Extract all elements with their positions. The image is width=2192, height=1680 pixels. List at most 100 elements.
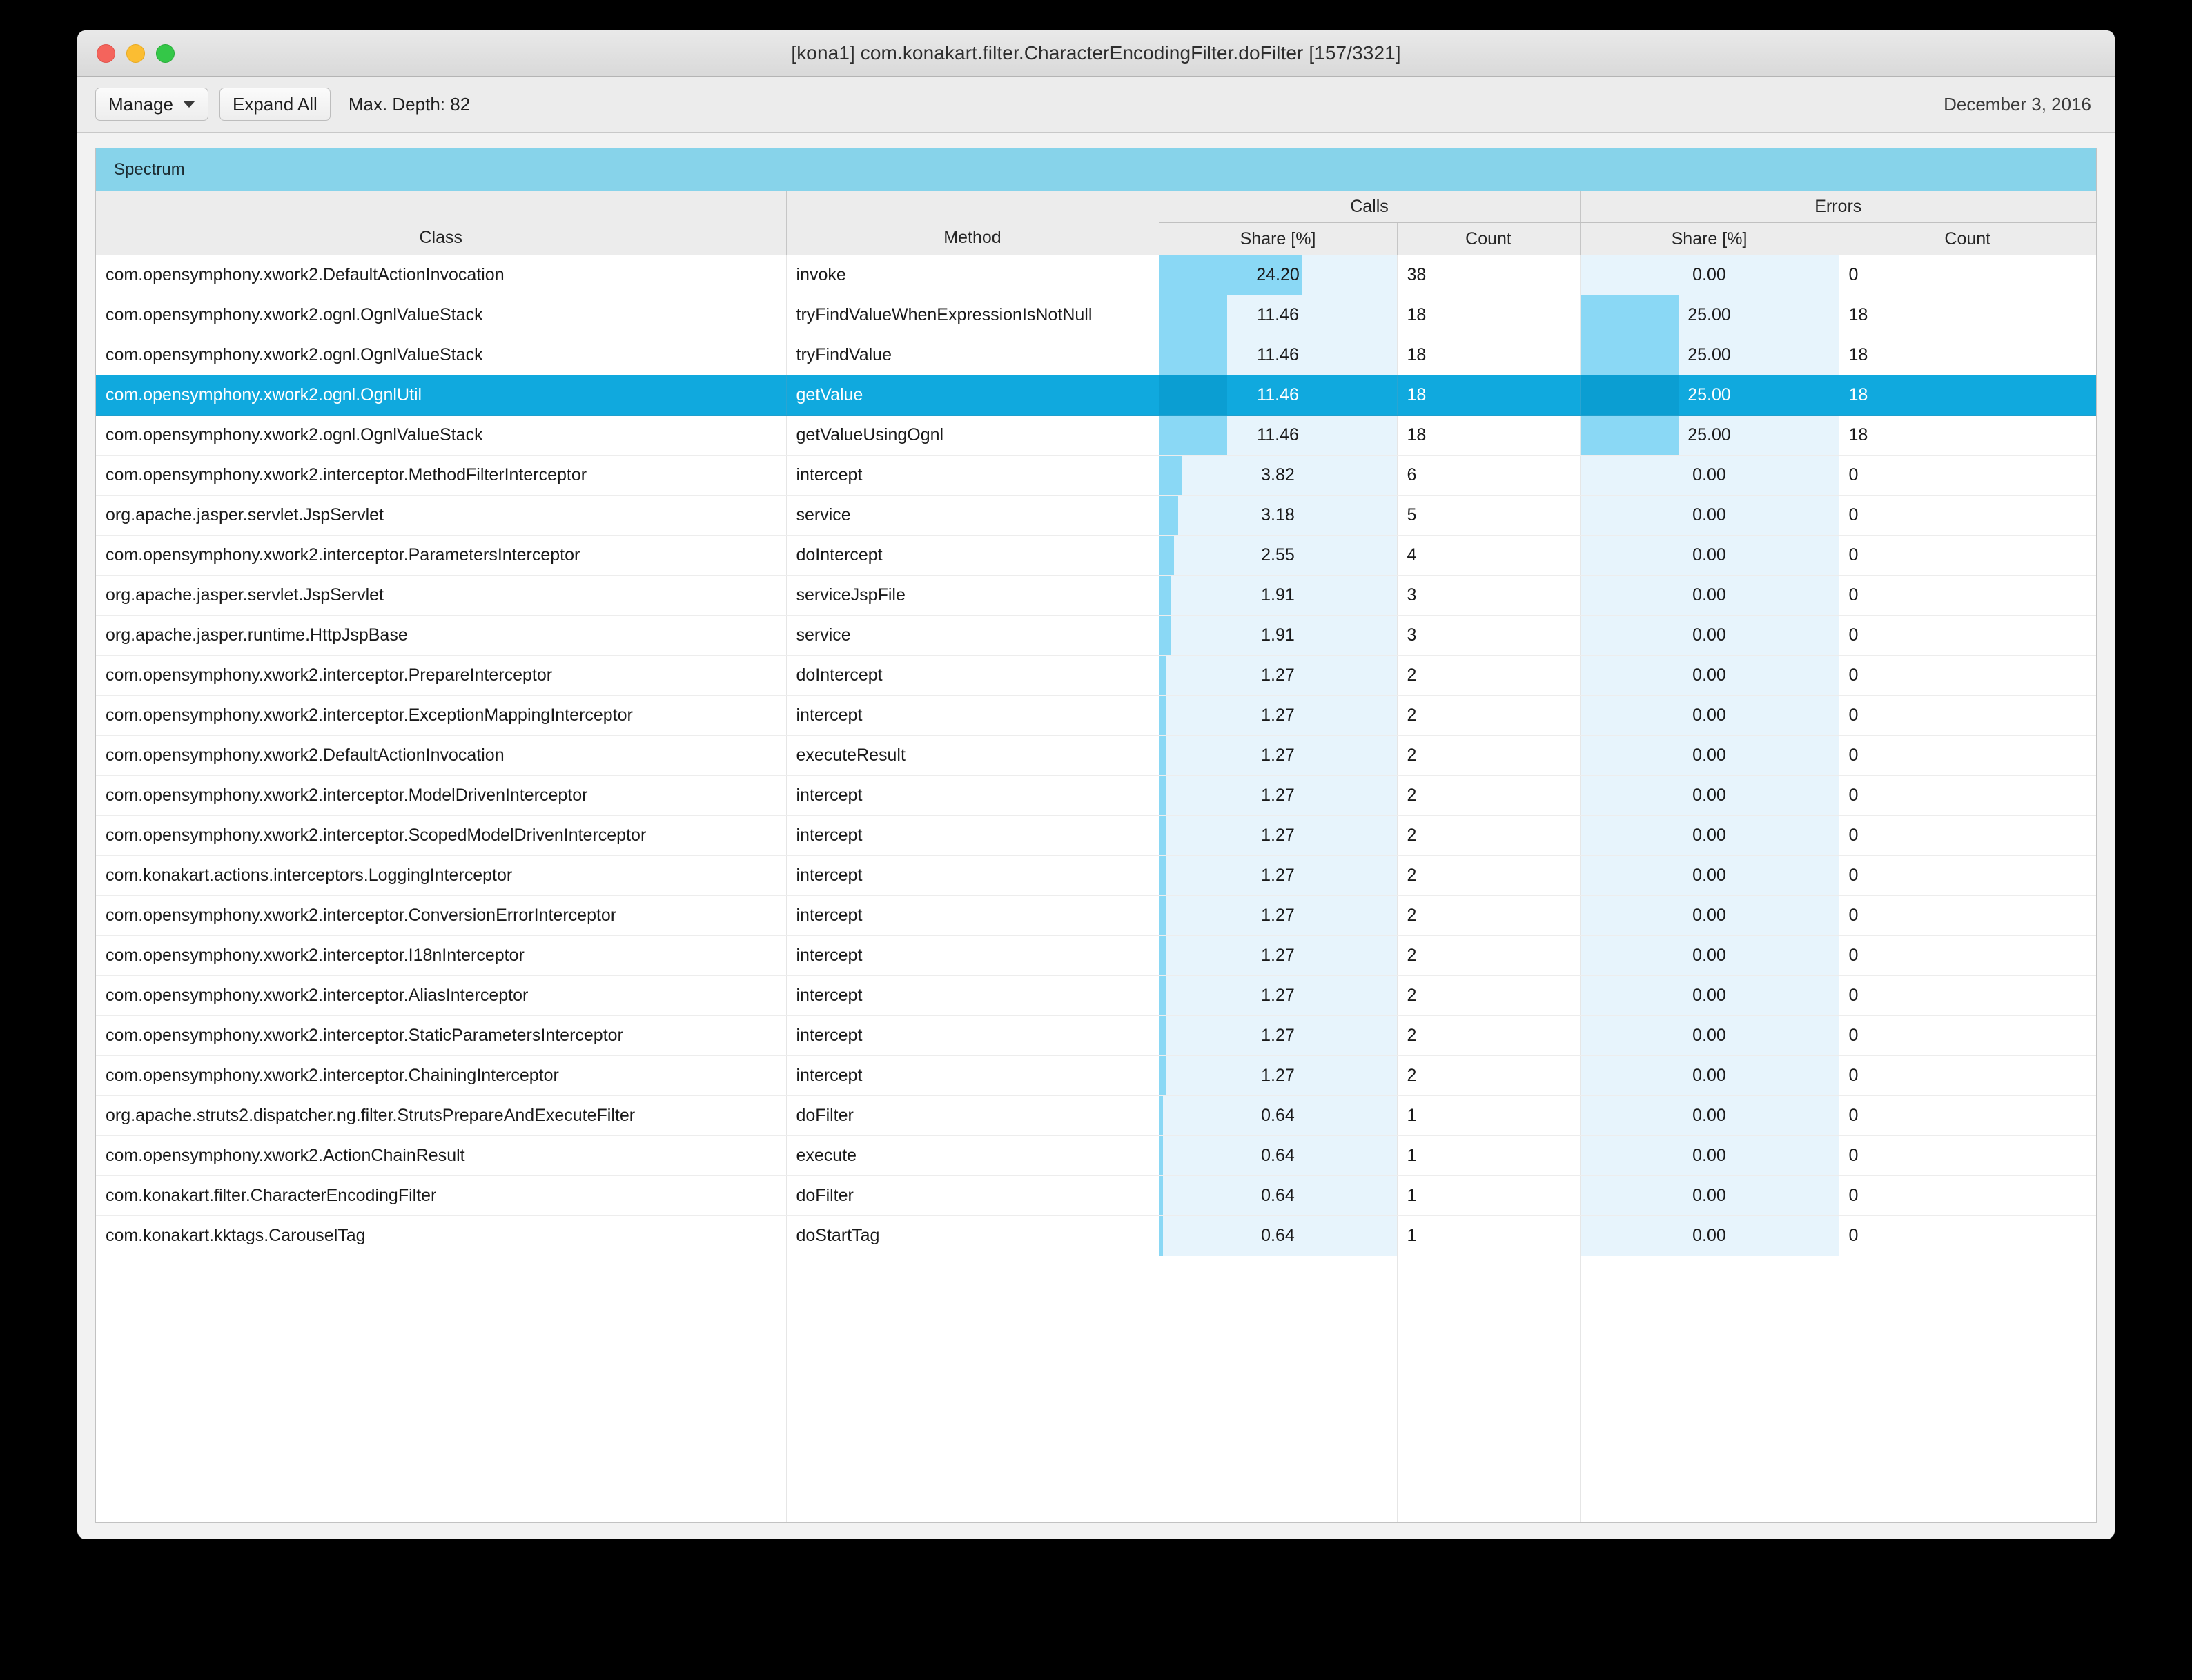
table-row[interactable]: com.opensymphony.xwork2.ognl.OgnlValueSt… xyxy=(96,335,2096,375)
call-share-value: 1.27 xyxy=(1261,1066,1295,1085)
cell-call-share: 1.27 xyxy=(1159,975,1398,1016)
table-row[interactable]: org.apache.jasper.runtime.HttpJspBase ser… xyxy=(96,615,2096,656)
column-header-share[interactable]: Share [%] xyxy=(1159,222,1398,255)
call-share-value: 1.27 xyxy=(1261,1026,1295,1045)
call-share-bar xyxy=(1159,936,1167,975)
table-row[interactable]: com.opensymphony.xwork2.interceptor.Conv… xyxy=(96,895,2096,936)
cell-call-count: 38 xyxy=(1397,255,1581,295)
cell-error-share: 25.00 xyxy=(1580,415,1839,456)
table-row[interactable]: com.opensymphony.xwork2.interceptor.Exce… xyxy=(96,695,2096,736)
cell-call-share: 3.18 xyxy=(1159,495,1398,536)
zoom-button-icon[interactable] xyxy=(156,43,175,63)
cell-empty xyxy=(1580,1456,1839,1496)
cell-call-share: 1.27 xyxy=(1159,1015,1398,1056)
table-row[interactable]: org.apache.jasper.servlet.JspServlet serv… xyxy=(96,495,2096,536)
table-row[interactable]: com.opensymphony.xwork2.interceptor.I18n… xyxy=(96,935,2096,976)
column-header-count[interactable]: Count xyxy=(1839,222,2096,255)
table-row[interactable]: com.opensymphony.xwork2.ognl.OgnlValueSt… xyxy=(96,415,2096,456)
cell-class: com.opensymphony.xwork2.interceptor.Alia… xyxy=(96,975,787,1016)
cell-method: executeResult xyxy=(786,735,1159,776)
cell-error-share: 0.00 xyxy=(1580,535,1839,576)
cell-call-count: 2 xyxy=(1397,1055,1581,1096)
table-row[interactable]: com.opensymphony.xwork2.interceptor.Alia… xyxy=(96,975,2096,1016)
table-row[interactable]: com.opensymphony.xwork2.interceptor.Chai… xyxy=(96,1055,2096,1096)
cell-empty xyxy=(1397,1496,1581,1522)
cell-call-count: 2 xyxy=(1397,935,1581,976)
cell-class: com.opensymphony.xwork2.ognl.OgnlValueSt… xyxy=(96,335,787,375)
table-row[interactable]: org.apache.struts2.dispatcher.ng.filter.… xyxy=(96,1095,2096,1136)
table-row[interactable]: com.opensymphony.xwork2.interceptor.Stat… xyxy=(96,1015,2096,1056)
column-header-share[interactable]: Share [%] xyxy=(1580,222,1839,255)
table-row[interactable]: com.opensymphony.xwork2.interceptor.Scop… xyxy=(96,815,2096,856)
error-share-value: 0.00 xyxy=(1692,1026,1726,1045)
cell-class: com.opensymphony.xwork2.interceptor.Chai… xyxy=(96,1055,787,1096)
error-share-value: 0.00 xyxy=(1692,585,1726,605)
table-row[interactable]: com.opensymphony.xwork2.interceptor.Para… xyxy=(96,535,2096,576)
table-row[interactable]: com.opensymphony.xwork2.ognl.OgnlValueSt… xyxy=(96,295,2096,335)
cell-error-count: 18 xyxy=(1839,295,2096,335)
table-row[interactable]: com.opensymphony.xwork2.DefaultActionInv… xyxy=(96,255,2096,295)
table-row[interactable]: com.opensymphony.xwork2.interceptor.Prep… xyxy=(96,655,2096,696)
call-share-bar xyxy=(1159,496,1178,535)
cell-method: service xyxy=(786,615,1159,656)
call-share-bar xyxy=(1159,856,1167,895)
cell-error-count: 0 xyxy=(1839,895,2096,936)
call-share-bar xyxy=(1159,816,1167,855)
table-row[interactable]: org.apache.jasper.servlet.JspServlet serv… xyxy=(96,575,2096,616)
cell-error-count: 0 xyxy=(1839,695,2096,736)
cell-error-share: 0.00 xyxy=(1580,1135,1839,1176)
cell-empty xyxy=(1159,1256,1398,1296)
table-row[interactable]: com.opensymphony.xwork2.ActionChainResul… xyxy=(96,1135,2096,1176)
cell-method: intercept xyxy=(786,935,1159,976)
call-share-value: 11.46 xyxy=(1257,385,1299,404)
call-share-value: 3.82 xyxy=(1261,465,1295,485)
cell-empty xyxy=(786,1256,1159,1296)
table-row[interactable]: com.konakart.actions.interceptors.Loggin… xyxy=(96,855,2096,896)
cell-error-count: 0 xyxy=(1839,735,2096,776)
cell-call-share: 1.27 xyxy=(1159,935,1398,976)
cell-empty xyxy=(1839,1496,2096,1522)
cell-method: intercept xyxy=(786,895,1159,936)
column-header-count[interactable]: Count xyxy=(1397,222,1581,255)
table-row[interactable]: com.opensymphony.xwork2.DefaultActionInv… xyxy=(96,735,2096,776)
cell-call-share: 2.55 xyxy=(1159,535,1398,576)
cell-call-share: 1.27 xyxy=(1159,735,1398,776)
manage-button[interactable]: Manage xyxy=(95,88,208,121)
cell-error-count: 0 xyxy=(1839,455,2096,496)
cell-call-share: 1.27 xyxy=(1159,655,1398,696)
toolbar: Manage Expand All Max. Depth: 82 Decembe… xyxy=(77,77,2115,133)
cell-call-share: 1.27 xyxy=(1159,695,1398,736)
content-area: Spectrum Class Method Calls Errors Share [%… xyxy=(77,133,2115,1539)
tab-spectrum[interactable]: Spectrum xyxy=(114,160,185,179)
call-share-value: 11.46 xyxy=(1257,425,1299,445)
table-row[interactable]: com.konakart.filter.CharacterEncodingFil… xyxy=(96,1175,2096,1216)
call-share-bar xyxy=(1159,1136,1163,1175)
column-header-class: Class xyxy=(96,191,787,255)
table-row[interactable]: com.konakart.kktags.CarouselTag doStartTa… xyxy=(96,1215,2096,1256)
cell-empty xyxy=(786,1296,1159,1336)
call-share-bar xyxy=(1159,696,1167,735)
table-scroll-region[interactable]: Class Method Calls Errors Share [%] Count Sha… xyxy=(96,191,2096,1522)
cell-empty xyxy=(96,1296,787,1336)
cell-class: com.opensymphony.xwork2.DefaultActionInv… xyxy=(96,255,787,295)
close-button-icon[interactable] xyxy=(97,43,115,63)
cell-error-count: 0 xyxy=(1839,935,2096,976)
table-row[interactable]: com.opensymphony.xwork2.interceptor.Meth… xyxy=(96,455,2096,496)
cell-method: doFilter xyxy=(786,1175,1159,1216)
cell-class: com.opensymphony.xwork2.ognl.OgnlUtil xyxy=(96,375,787,416)
cell-class: com.konakart.filter.CharacterEncodingFil… xyxy=(96,1175,787,1216)
cell-error-share: 0.00 xyxy=(1580,895,1839,936)
cell-error-count: 0 xyxy=(1839,575,2096,616)
window-controls xyxy=(97,30,175,76)
call-share-value: 11.46 xyxy=(1257,305,1299,324)
cell-method: doStartTag xyxy=(786,1215,1159,1256)
table-row[interactable]: com.opensymphony.xwork2.ognl.OgnlUtil get… xyxy=(96,375,2096,416)
table-row[interactable]: com.opensymphony.xwork2.interceptor.Mode… xyxy=(96,775,2096,816)
minimize-button-icon[interactable] xyxy=(126,43,145,63)
application-window: [kona1] com.konakart.filter.CharacterEnc… xyxy=(77,30,2115,1539)
error-share-bar xyxy=(1580,375,1679,415)
expand-all-button[interactable]: Expand All xyxy=(219,88,331,121)
table-empty-row xyxy=(96,1256,2096,1296)
error-share-value: 0.00 xyxy=(1692,745,1726,765)
tab-bar: Spectrum xyxy=(96,148,2096,191)
